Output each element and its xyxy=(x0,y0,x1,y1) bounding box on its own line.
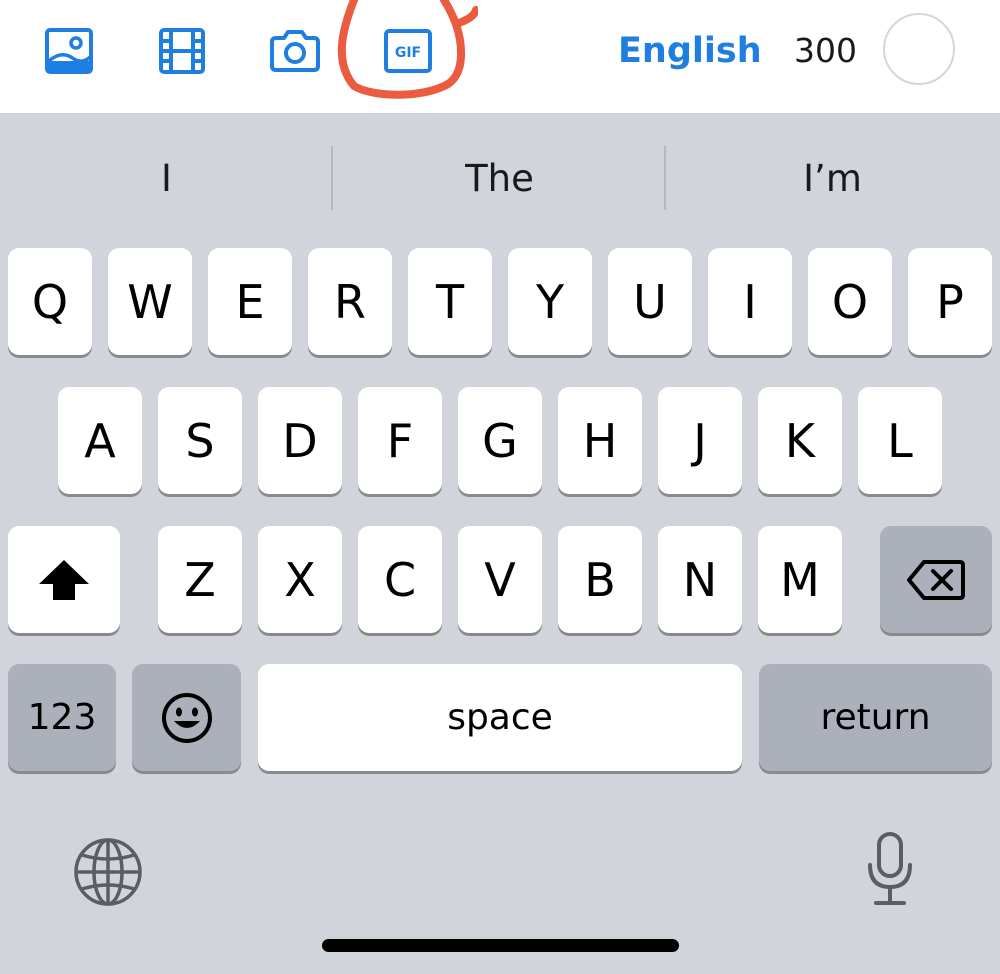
video-button[interactable] xyxy=(155,24,209,78)
key-l[interactable]: L xyxy=(858,387,942,494)
key-v[interactable]: V xyxy=(458,526,542,633)
key-y[interactable]: Y xyxy=(508,248,592,355)
shift-arrow-icon xyxy=(39,559,89,600)
suggestion-item[interactable]: I xyxy=(0,151,333,207)
key-b[interactable]: B xyxy=(558,526,642,633)
photo-button[interactable] xyxy=(42,24,96,78)
video-icon xyxy=(159,28,205,74)
space-key[interactable]: space xyxy=(258,664,742,771)
key-n[interactable]: N xyxy=(658,526,742,633)
character-count-ring xyxy=(883,13,955,85)
suggestion-item[interactable]: I’m xyxy=(666,151,999,207)
key-j[interactable]: J xyxy=(658,387,742,494)
key-d[interactable]: D xyxy=(258,387,342,494)
key-c[interactable]: C xyxy=(358,526,442,633)
gif-button[interactable]: GIF xyxy=(381,24,435,78)
gif-icon: GIF xyxy=(384,29,432,73)
key-q[interactable]: Q xyxy=(8,248,92,355)
predictive-suggestions: I The I’m xyxy=(0,113,1000,245)
home-indicator[interactable] xyxy=(322,939,679,952)
shift-key[interactable] xyxy=(8,526,120,633)
key-x[interactable]: X xyxy=(258,526,342,633)
key-h[interactable]: H xyxy=(558,387,642,494)
camera-icon xyxy=(270,30,320,72)
photo-icon xyxy=(45,28,93,74)
globe-icon xyxy=(74,838,142,906)
key-s[interactable]: S xyxy=(158,387,242,494)
emoji-smiley-icon xyxy=(161,692,212,743)
return-key-label: return xyxy=(820,697,931,738)
globe-button[interactable] xyxy=(72,836,144,908)
key-m[interactable]: M xyxy=(758,526,842,633)
return-key[interactable]: return xyxy=(759,664,992,771)
screen: GIF English 300 I The I’m Q W E R T Y U … xyxy=(0,0,1000,974)
numbers-key-label: 123 xyxy=(27,697,97,738)
delete-key[interactable] xyxy=(880,526,992,633)
suggestion-item[interactable]: The xyxy=(333,151,666,207)
key-g[interactable]: G xyxy=(458,387,542,494)
numbers-key[interactable]: 123 xyxy=(8,664,116,771)
language-toggle[interactable]: English xyxy=(618,28,762,74)
compose-toolbar: GIF English 300 xyxy=(0,0,1000,113)
key-i[interactable]: I xyxy=(708,248,792,355)
camera-button[interactable] xyxy=(268,24,322,78)
delete-backspace-icon xyxy=(907,559,965,600)
emoji-key[interactable] xyxy=(132,664,241,771)
key-a[interactable]: A xyxy=(58,387,142,494)
key-z[interactable]: Z xyxy=(158,526,242,633)
key-r[interactable]: R xyxy=(308,248,392,355)
key-e[interactable]: E xyxy=(208,248,292,355)
gif-icon-label: GIF xyxy=(395,45,421,61)
key-f[interactable]: F xyxy=(358,387,442,494)
space-key-label: space xyxy=(447,697,553,738)
key-u[interactable]: U xyxy=(608,248,692,355)
key-t[interactable]: T xyxy=(408,248,492,355)
key-p[interactable]: P xyxy=(908,248,992,355)
dictation-button[interactable] xyxy=(860,830,920,908)
key-o[interactable]: O xyxy=(808,248,892,355)
character-count: 300 xyxy=(794,31,857,70)
key-w[interactable]: W xyxy=(108,248,192,355)
microphone-icon xyxy=(868,832,912,905)
key-k[interactable]: K xyxy=(758,387,842,494)
